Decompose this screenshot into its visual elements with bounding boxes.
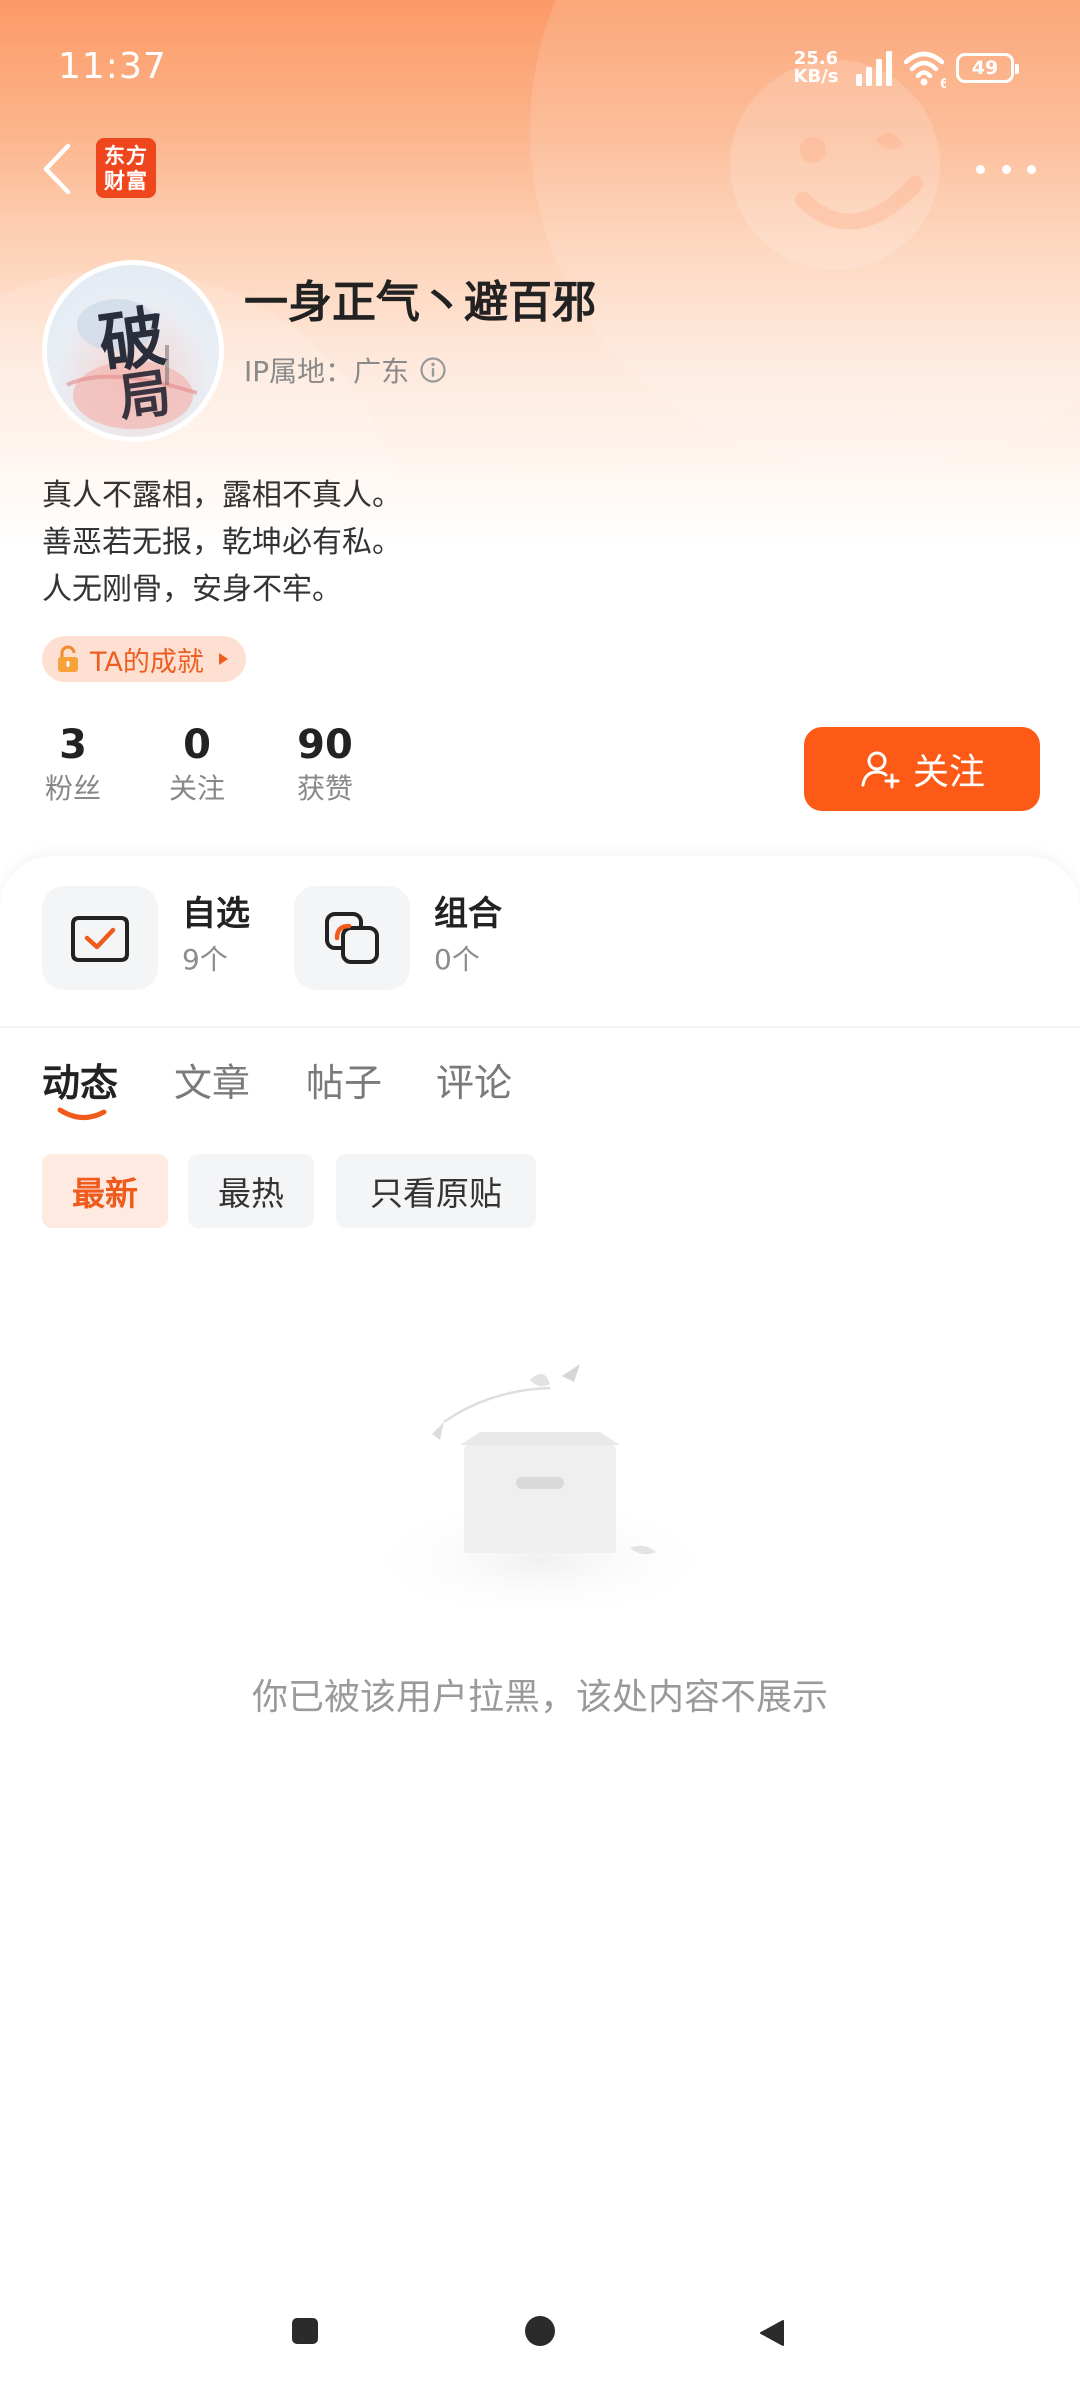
portfolio-title: 组合: [434, 894, 502, 934]
portfolio-stack-icon: [325, 912, 379, 964]
stat-following-value: 0: [183, 722, 211, 768]
status-bar: 11:37 25.6 KB/s 6 49: [0, 0, 1080, 140]
app-logo-line2: 财富: [104, 168, 148, 193]
tab-comments[interactable]: 评论: [436, 1052, 512, 1107]
home-button[interactable]: [525, 2316, 555, 2346]
stat-fans-label: 粉丝: [44, 772, 101, 805]
avatar-image: 破 局: [66, 297, 198, 430]
tab-dynamics[interactable]: 动态: [42, 1052, 118, 1107]
arrow-right-icon: [218, 653, 228, 665]
follow-button[interactable]: 关注: [804, 727, 1040, 811]
active-tab-indicator: [57, 1107, 107, 1120]
achievement-label: TA的成就: [90, 646, 204, 678]
network-speed: 25.6 KB/s: [790, 50, 842, 86]
portfolio-text: 组合 0个: [434, 892, 502, 984]
bio-line: 善恶若无报，乾坤必有私。: [42, 525, 402, 560]
wifi-icon: 6: [903, 51, 946, 88]
back-arrow-icon[interactable]: [38, 140, 78, 198]
network-speed-unit: KB/s: [793, 66, 839, 87]
system-back-icon[interactable]: [756, 2318, 786, 2348]
follow-button-label: 关注: [912, 752, 985, 793]
watchlist-text: 自选 9个: [182, 892, 250, 984]
empty-state-message: 你已被该用户拉黑，该处内容不展示: [251, 1677, 828, 1718]
watchlist-title: 自选: [182, 894, 250, 934]
info-icon[interactable]: [419, 356, 447, 384]
recent-apps-button[interactable]: [292, 2318, 318, 2344]
empty-box-illustration: [360, 1364, 720, 1610]
ip-location: IP属地：广东: [244, 350, 447, 390]
bio-line: 真人不露相，露相不真人。: [42, 478, 402, 513]
stat-likes-label: 获赞: [296, 772, 353, 805]
stat-fans[interactable]: 3 粉丝: [42, 720, 104, 808]
app-logo-line1: 东方: [104, 143, 148, 168]
battery-icon: 49: [956, 53, 1019, 83]
filter-hottest[interactable]: 最热: [188, 1154, 314, 1228]
status-time: 11:37: [58, 46, 167, 87]
portfolio-icon-box: [294, 886, 410, 990]
watchlist-icon-box: [42, 886, 158, 990]
ip-location-text: IP属地：广东: [244, 355, 410, 388]
bio: 真人不露相，露相不真人。 善恶若无报，乾坤必有私。 人无刚骨，安身不牢。: [42, 472, 402, 613]
app-logo: 东方 财富: [96, 138, 156, 198]
filter-original-only[interactable]: 只看原贴: [336, 1154, 536, 1228]
more-options-icon[interactable]: [976, 156, 1036, 182]
avatar[interactable]: 破 局: [42, 260, 224, 442]
achievement-badge[interactable]: TA的成就: [42, 636, 246, 682]
stat-following-label: 关注: [168, 772, 225, 805]
stat-fans-value: 3: [59, 722, 87, 768]
watchlist-entry[interactable]: 自选 9个: [42, 886, 250, 990]
lock-icon: [58, 645, 78, 672]
wifi-badge: 6: [940, 77, 946, 88]
bio-line: 人无刚骨，安身不牢。: [42, 572, 342, 607]
add-user-icon: [861, 751, 900, 789]
watchlist-check-icon: [71, 916, 129, 962]
tab-posts[interactable]: 帖子: [306, 1052, 382, 1107]
filter-newest[interactable]: 最新: [42, 1154, 168, 1228]
content-card: [0, 856, 1080, 2400]
tab-articles[interactable]: 文章: [174, 1052, 250, 1107]
stat-likes-value: 90: [297, 722, 353, 768]
battery-level: 49: [971, 57, 999, 79]
portfolio-count: 0个: [434, 943, 480, 976]
stat-following[interactable]: 0 关注: [166, 720, 228, 808]
watchlist-count: 9个: [182, 943, 228, 976]
portfolio-entry[interactable]: 组合 0个: [294, 886, 502, 990]
username: 一身正气丶避百邪: [244, 277, 596, 328]
stat-likes: 90 获赞: [292, 720, 358, 808]
divider: [0, 1026, 1080, 1028]
signal-icon: [856, 51, 892, 86]
